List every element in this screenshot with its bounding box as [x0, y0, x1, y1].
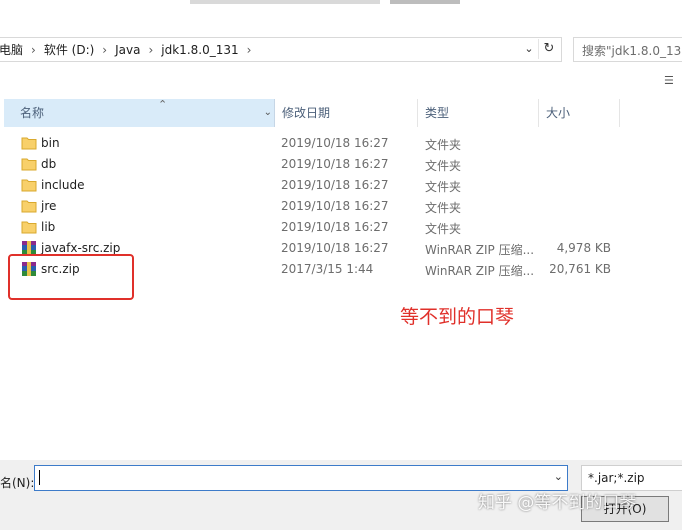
file-type: 文件夹 — [425, 159, 462, 173]
file-date: 2019/10/18 16:27 — [281, 241, 389, 255]
column-header-size-label: 大小 — [546, 106, 571, 120]
file-type: 文件夹 — [425, 222, 462, 236]
file-type: 文件夹 — [425, 138, 462, 152]
file-row[interactable]: db 2019/10/18 16:27 文件夹 — [0, 154, 640, 175]
file-date: 2017/3/15 1:44 — [281, 262, 374, 276]
breadcrumb: 电脑 › 软件 (D:) › Java › jdk1.8.0_131 › — [0, 38, 253, 61]
column-header-date[interactable]: 修改日期 — [275, 99, 418, 127]
file-type: WinRAR ZIP 压缩... — [425, 243, 535, 257]
window-tab — [190, 0, 380, 4]
folder-icon — [21, 220, 37, 234]
chevron-right-icon[interactable]: › — [100, 43, 109, 57]
column-header-size[interactable]: 大小 — [539, 99, 620, 127]
file-date: 2019/10/18 16:27 — [281, 220, 389, 234]
search-input[interactable]: 搜索"jdk1.8.0_131 — [573, 37, 682, 62]
window-top-strip — [0, 0, 682, 26]
file-size: 4,978 KB — [556, 241, 611, 255]
file-date: 2019/10/18 16:27 — [281, 157, 389, 171]
file-date: 2019/10/18 16:27 — [281, 136, 389, 150]
file-name: lib — [41, 220, 56, 234]
chevron-right-icon[interactable]: › — [146, 43, 155, 57]
column-header-type[interactable]: 类型 — [418, 99, 539, 127]
file-date: 2019/10/18 16:27 — [281, 178, 389, 192]
column-header-name[interactable]: 名称 ⌃ ⌄ — [4, 98, 275, 127]
watermark-text: 知乎 @等不到的口琴 — [478, 493, 637, 513]
file-type: WinRAR ZIP 压缩... — [425, 264, 535, 278]
address-bar[interactable]: 电脑 › 软件 (D:) › Java › jdk1.8.0_131 › ⌄ ↻ — [0, 37, 562, 62]
folder-icon — [21, 136, 37, 150]
chevron-down-icon[interactable]: ⌄ — [554, 470, 563, 483]
annotation-text: 等不到的口琴 — [400, 306, 515, 328]
file-name: db — [41, 157, 57, 171]
folder-icon — [21, 157, 37, 171]
file-size: 20,761 KB — [549, 262, 611, 276]
file-name: jre — [41, 199, 57, 213]
search-placeholder: 搜索"jdk1.8.0_131 — [582, 44, 682, 58]
column-header-type-label: 类型 — [425, 106, 450, 120]
view-options-icon[interactable]: ☰ — [664, 74, 682, 88]
file-row[interactable]: bin 2019/10/18 16:27 文件夹 — [0, 133, 640, 154]
breadcrumb-item-drive[interactable]: 软件 (D:) — [38, 41, 100, 58]
file-date: 2019/10/18 16:27 — [281, 199, 389, 213]
file-type: 文件夹 — [425, 180, 462, 194]
winrar-zip-icon — [21, 241, 37, 255]
chevron-right-icon[interactable]: › — [245, 43, 254, 57]
filename-label: 名(N): — [0, 476, 35, 490]
file-name: javafx-src.zip — [41, 241, 121, 255]
sort-up-icon: ⌃ — [158, 98, 168, 111]
folder-icon — [21, 199, 37, 213]
chevron-right-icon[interactable]: › — [29, 43, 38, 57]
column-header-name-label: 名称 — [20, 106, 45, 120]
file-row[interactable]: include 2019/10/18 16:27 文件夹 — [0, 175, 640, 196]
refresh-icon[interactable]: ↻ — [538, 39, 559, 59]
file-type: 文件夹 — [425, 201, 462, 215]
column-header-row: 名称 ⌃ ⌄ 修改日期 类型 大小 — [0, 98, 682, 127]
highlight-box — [8, 254, 134, 300]
file-name: include — [41, 178, 85, 192]
file-row[interactable]: lib 2019/10/18 16:27 文件夹 — [0, 217, 640, 238]
folder-icon — [21, 178, 37, 192]
breadcrumb-item-computer[interactable]: 电脑 — [0, 41, 29, 58]
file-name: bin — [41, 136, 60, 150]
column-header-date-label: 修改日期 — [282, 106, 331, 120]
window-tab — [390, 0, 460, 4]
file-row[interactable]: jre 2019/10/18 16:27 文件夹 — [0, 196, 640, 217]
file-type-filter-value: *.jar;*.zip — [588, 471, 645, 485]
breadcrumb-item-jdk[interactable]: jdk1.8.0_131 — [155, 43, 244, 57]
chevron-down-icon[interactable]: ⌄ — [521, 41, 537, 57]
chevron-down-icon[interactable]: ⌄ — [248, 99, 272, 127]
text-caret — [39, 470, 40, 485]
breadcrumb-item-java[interactable]: Java — [109, 43, 146, 57]
